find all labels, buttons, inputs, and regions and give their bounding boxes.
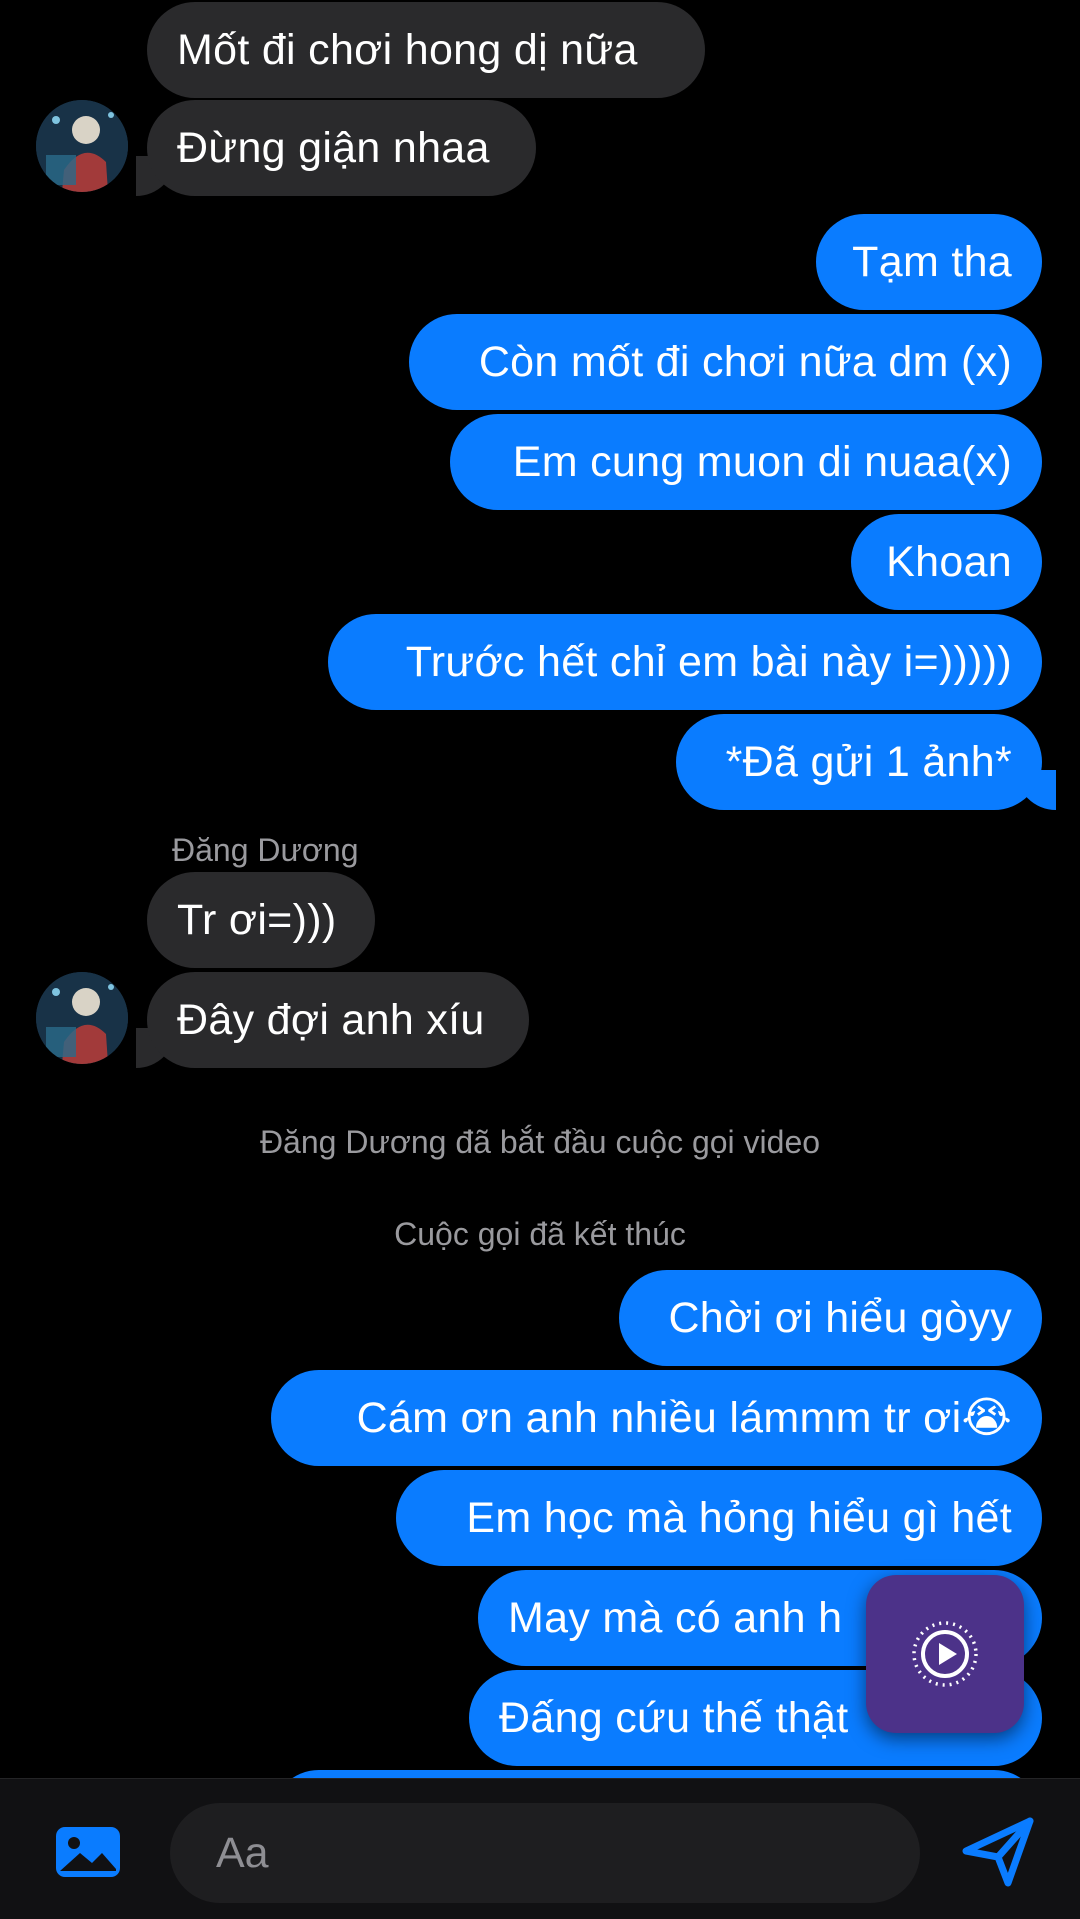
message-incoming[interactable]: Tr ơi=))) (147, 872, 375, 968)
send-button[interactable] (960, 1813, 1036, 1889)
message-input-placeholder: Aa (216, 1828, 269, 1877)
message-composer: Aa (0, 1778, 1080, 1919)
message-text: *Đã gửi 1 ảnh* (725, 737, 1012, 786)
message-outgoing[interactable]: Còn mốt đi chơi nữa dm (x) (409, 314, 1042, 410)
message-text: Tr ơi=))) (177, 895, 337, 944)
message-incoming[interactable]: Mốt đi chơi hong dị nữa (147, 2, 705, 98)
avatar-image (36, 972, 128, 1064)
message-outgoing[interactable]: Chời ơi hiểu gòyy (619, 1270, 1042, 1366)
image-icon (56, 1827, 120, 1877)
message-text: Em học mà hỏng hiểu gì hết (466, 1493, 1012, 1542)
avatar[interactable] (36, 972, 128, 1064)
image-button[interactable] (52, 1815, 124, 1887)
message-outgoing[interactable]: Khoan (851, 514, 1042, 610)
avatar-image (36, 100, 128, 192)
message-thread[interactable]: Mốt đi chơi hong dị nữa Đừng giận nhaa T… (0, 0, 1080, 1778)
message-outgoing[interactable]: Em học mà hỏng hiểu gì hết (396, 1470, 1042, 1566)
system-event-call-ended: Cuộc gọi đã kết thúc (394, 1216, 686, 1252)
message-text: May mà có anh h (508, 1593, 843, 1642)
message-outgoing[interactable] (271, 1770, 1042, 1778)
system-event-call-started: Đăng Dương đã bắt đầu cuộc gọi video (259, 1124, 821, 1160)
avatar[interactable] (36, 100, 128, 192)
message-outgoing[interactable]: Trước hết chỉ em bài này i=))))) (328, 614, 1042, 710)
message-text: Đây đợi anh xíu (177, 995, 485, 1044)
message-text: Tạm tha (852, 237, 1012, 286)
message-outgoing[interactable]: Em cung muon di nuaa(x) (450, 414, 1042, 510)
message-text: Khoan (886, 537, 1012, 586)
message-text: Em cung muon di nuaa(x) (512, 437, 1012, 486)
message-input[interactable]: Aa (170, 1803, 920, 1903)
sender-name: Đăng Dương (172, 832, 359, 868)
message-text: Còn mốt đi chơi nữa dm (x) (478, 337, 1012, 386)
floating-play-button[interactable] (866, 1575, 1024, 1733)
play-circle-icon (912, 1621, 978, 1687)
message-incoming[interactable]: Đừng giận nhaa (147, 100, 536, 196)
message-incoming[interactable]: Đây đợi anh xíu (147, 972, 529, 1068)
message-outgoing[interactable]: Cám ơn anh nhiều lámmm tr ơi😭 (271, 1370, 1042, 1466)
message-text: Đấng cứu thế thật (499, 1693, 849, 1742)
message-text: Trước hết chỉ em bài này i=))))) (405, 637, 1012, 686)
send-icon (962, 1817, 1034, 1887)
message-outgoing[interactable]: Tạm tha (816, 214, 1042, 310)
message-text: Cám ơn anh nhiều lámmm tr ơi😭 (356, 1394, 1012, 1442)
message-outgoing[interactable]: *Đã gửi 1 ảnh* (676, 714, 1042, 810)
message-text: Đừng giận nhaa (177, 123, 490, 172)
message-text: Chời ơi hiểu gòyy (668, 1293, 1012, 1342)
message-text: Mốt đi chơi hong dị nữa (177, 25, 638, 74)
